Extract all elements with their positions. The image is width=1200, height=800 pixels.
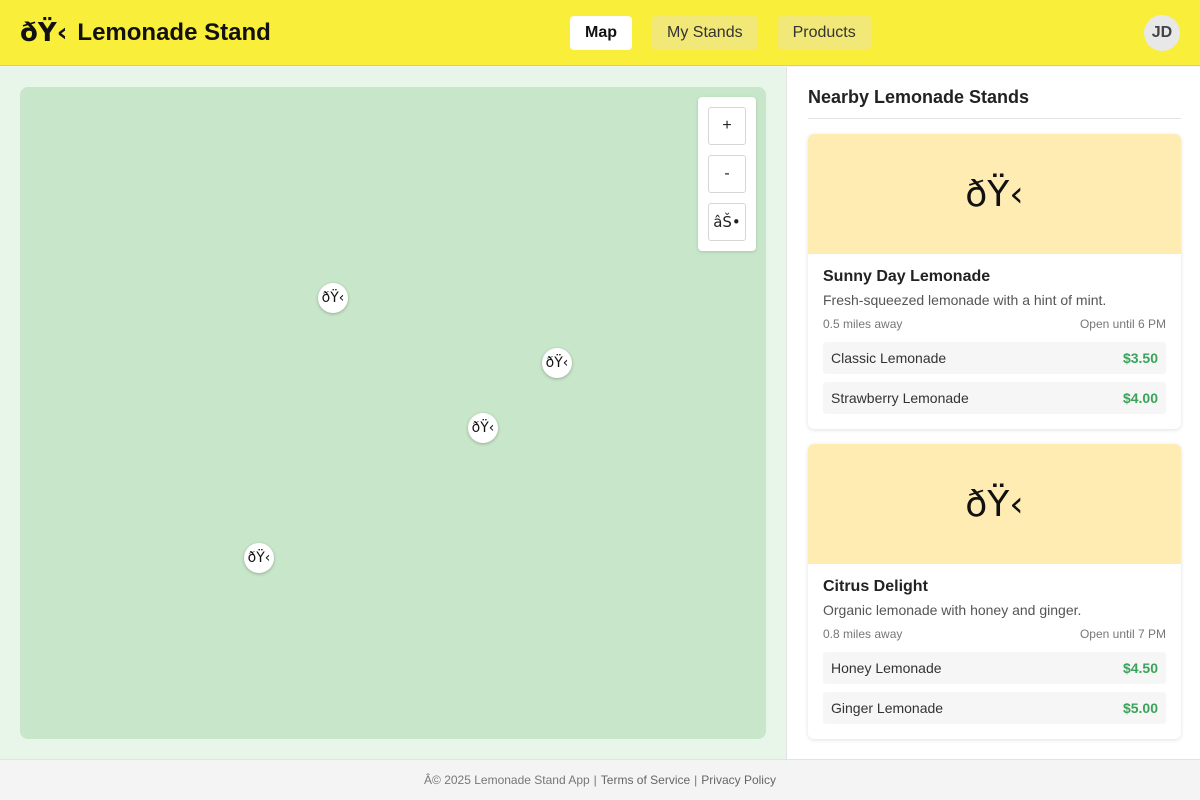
zoom-out-button[interactable]: - xyxy=(708,155,746,193)
map-panel: + - âŠ• ðŸ‹ ðŸ‹ ðŸ‹ ðŸ‹ xyxy=(0,67,786,759)
privacy-link[interactable]: Privacy Policy xyxy=(701,773,776,787)
map-canvas[interactable]: + - âŠ• ðŸ‹ ðŸ‹ ðŸ‹ ðŸ‹ xyxy=(20,87,766,739)
menu-item-name: Strawberry Lemonade xyxy=(831,390,969,406)
footer-separator: | xyxy=(694,773,698,787)
sidebar-title: Nearby Lemonade Stands xyxy=(808,87,1181,119)
menu-item-price: $5.00 xyxy=(1122,700,1158,716)
menu-item-name: Honey Lemonade xyxy=(831,660,942,676)
stand-hours: Open until 6 PM xyxy=(1079,317,1166,331)
stand-marker[interactable]: ðŸ‹ xyxy=(244,543,274,573)
locate-button[interactable]: âŠ• xyxy=(708,203,746,241)
footer-separator: | xyxy=(593,773,597,787)
lemon-icon: ðŸ‹ xyxy=(965,483,1024,525)
stand-marker[interactable]: ðŸ‹ xyxy=(542,348,572,378)
lemon-marker-icon: ðŸ‹ xyxy=(321,290,345,306)
lemon-marker-icon: ðŸ‹ xyxy=(545,355,569,371)
stand-distance: 0.8 miles away xyxy=(823,627,903,641)
stand-marker[interactable]: ðŸ‹ xyxy=(468,413,498,443)
stand-image: ðŸ‹ xyxy=(808,134,1181,254)
nav-map[interactable]: Map xyxy=(570,16,632,50)
stand-distance: 0.5 miles away xyxy=(823,317,903,331)
menu-item[interactable]: Ginger Lemonade $5.00 xyxy=(823,692,1166,724)
zoom-in-button[interactable]: + xyxy=(708,107,746,145)
stand-name: Citrus Delight xyxy=(823,578,928,595)
main-nav: Map My Stands Products xyxy=(570,16,871,50)
stand-marker[interactable]: ðŸ‹ xyxy=(318,283,348,313)
menu-item-name: Classic Lemonade xyxy=(831,350,947,366)
lemon-marker-icon: ðŸ‹ xyxy=(471,420,495,436)
lemon-icon: ðŸ‹ xyxy=(965,173,1024,215)
stand-image: ðŸ‹ xyxy=(808,444,1181,564)
menu-item-price: $3.50 xyxy=(1122,350,1158,366)
nav-products[interactable]: Products xyxy=(777,16,871,50)
app-header: ðŸ‹ Lemonade Stand Map My Stands Product… xyxy=(0,0,1200,66)
menu-item-price: $4.00 xyxy=(1122,390,1158,406)
terms-link[interactable]: Terms of Service xyxy=(601,773,690,787)
menu-item-name: Ginger Lemonade xyxy=(831,700,944,716)
stand-hours: Open until 7 PM xyxy=(1079,627,1166,641)
map-controls: + - âŠ• xyxy=(698,97,756,251)
stand-card[interactable]: ðŸ‹ Sunny Day Lemonade Fresh-squeezed le… xyxy=(808,134,1181,429)
app-footer: Â© 2025 Lemonade Stand App | Terms of Se… xyxy=(0,759,1200,800)
menu-item[interactable]: Strawberry Lemonade $4.00 xyxy=(823,382,1166,414)
menu-item[interactable]: Honey Lemonade $4.50 xyxy=(823,652,1166,684)
nav-my-stands[interactable]: My Stands xyxy=(652,16,758,50)
lemon-marker-icon: ðŸ‹ xyxy=(247,550,271,566)
app-title: Lemonade Stand xyxy=(77,19,271,46)
menu-item[interactable]: Classic Lemonade $3.50 xyxy=(823,342,1166,374)
stand-description: Organic lemonade with honey and ginger. xyxy=(823,602,1082,618)
user-avatar[interactable]: JD xyxy=(1144,15,1180,51)
brand[interactable]: ðŸ‹ Lemonade Stand xyxy=(20,15,271,51)
lemon-logo-icon: ðŸ‹ xyxy=(20,18,68,48)
copyright-text: Â© 2025 Lemonade Stand App xyxy=(424,773,590,787)
stand-name: Sunny Day Lemonade xyxy=(823,268,991,285)
stand-description: Fresh-squeezed lemonade with a hint of m… xyxy=(823,292,1107,308)
stands-sidebar: Nearby Lemonade Stands ðŸ‹ Sunny Day Lem… xyxy=(786,67,1200,759)
stand-card[interactable]: ðŸ‹ Citrus Delight Organic lemonade with… xyxy=(808,444,1181,739)
menu-item-price: $4.50 xyxy=(1122,660,1158,676)
